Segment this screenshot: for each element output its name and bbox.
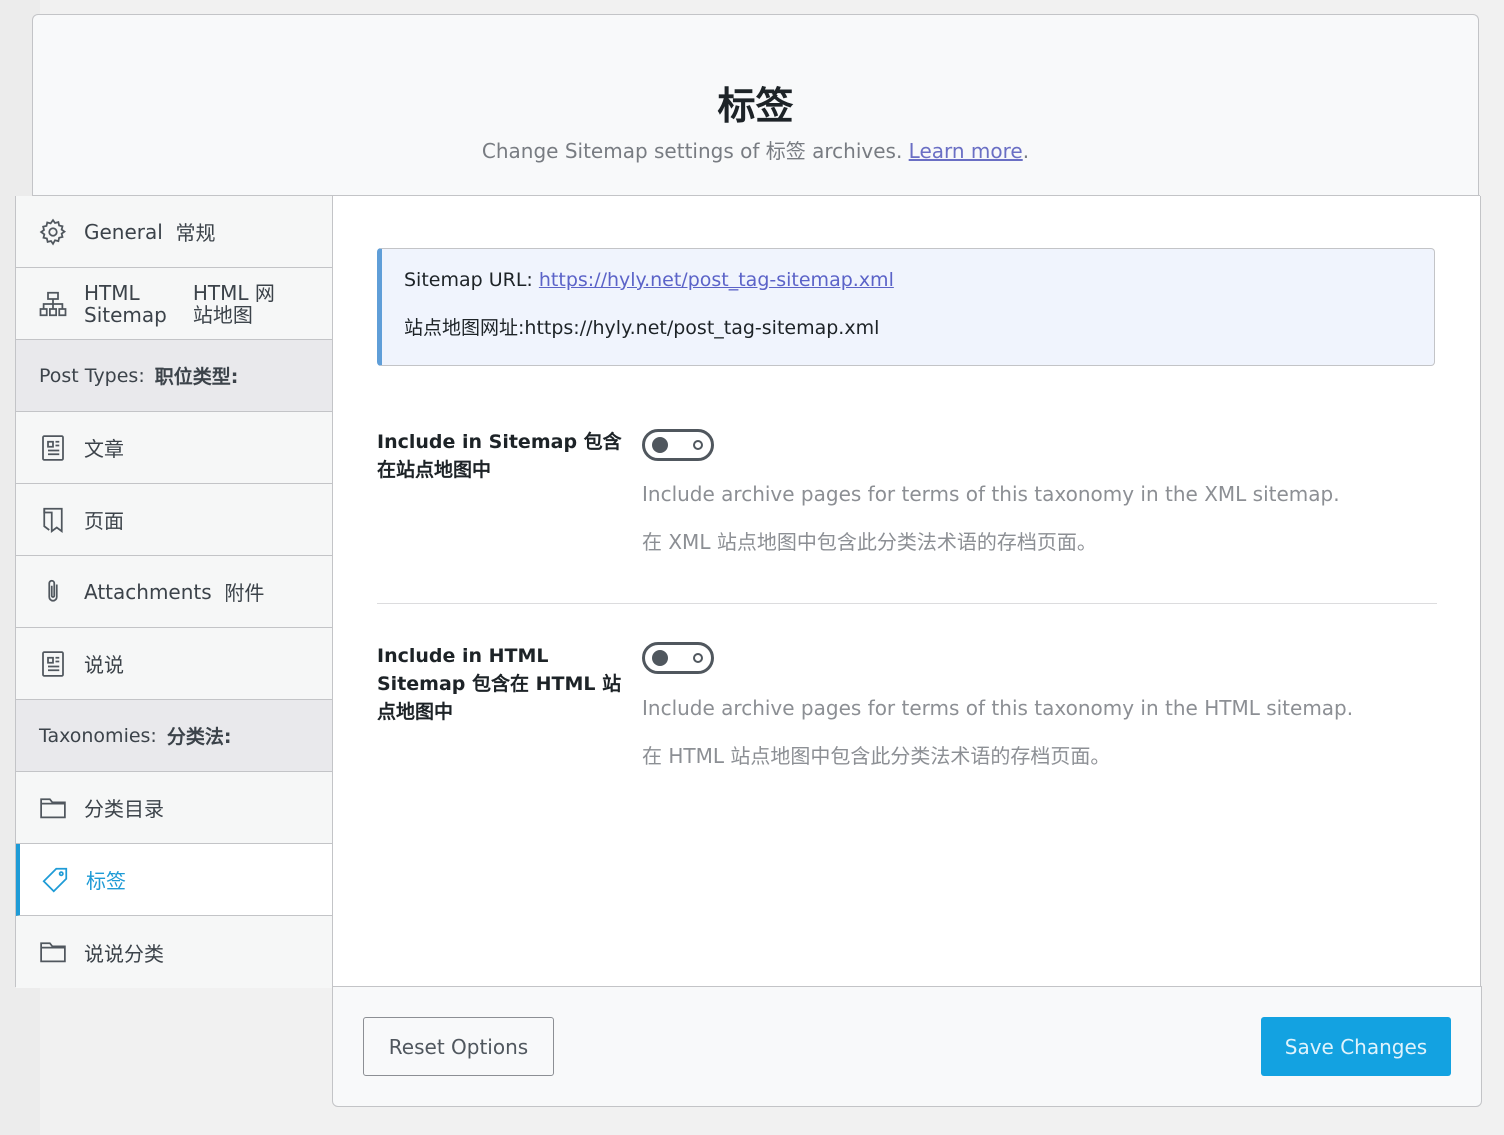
sidebar-item-categories[interactable]: 分类目录 [16,772,332,844]
folder-icon [38,793,68,823]
paperclip-icon [38,577,68,607]
folder-icon [38,937,68,967]
sitemap-url-line: Sitemap URL: https://hyly.net/post_tag-s… [404,269,894,291]
include-in-html-sitemap-toggle[interactable] [642,642,714,674]
include-in-sitemap-desc: Include archive pages for terms of this … [642,482,1340,506]
include-in-html-sitemap-desc-zh: 在 HTML 站点地图中包含此分类法术语的存档页面。 [642,744,1111,768]
page-header: 标签 Change Sitemap settings of 标签 archive… [32,14,1479,195]
sidebar-item-pages[interactable]: 页面 [16,484,332,556]
settings-sidebar: General 常规 HTML Sitemap HTML 网站地图 Post Ty… [15,196,333,988]
subtitle-text: Change Sitemap settings of 标签 archives. [481,139,903,163]
include-in-html-sitemap-desc: Include archive pages for terms of this … [642,696,1354,720]
settings-footer: Reset Options Save Changes [332,986,1482,1107]
include-in-sitemap-toggle[interactable] [642,429,714,461]
sidebar-item-tags[interactable]: 标签 [16,844,332,916]
gear-icon [38,217,68,247]
learn-more-link[interactable]: Learn more [909,139,1023,163]
sidebar-item-shuoshuo[interactable]: 说说 [16,628,332,700]
toggle-off-indicator [693,653,703,663]
sitemap-url-link[interactable]: https://hyly.net/post_tag-sitemap.xml [539,269,894,291]
option-divider [377,603,1437,604]
section-post-types: Post Types: 职位类型: [16,340,332,412]
include-in-html-sitemap-label: Include in HTML Sitemap 包含在 HTML 站点地图中 [377,645,622,723]
settings-content: Sitemap URL: https://hyly.net/post_tag-s… [333,196,1481,987]
save-changes-button[interactable]: Save Changes [1261,1017,1451,1076]
include-in-sitemap-desc-zh: 在 XML 站点地图中包含此分类法术语的存档页面。 [642,530,1097,554]
page-icon [38,505,68,535]
page-title: 标签 [717,84,794,128]
sidebar-item-attachments[interactable]: Attachments 附件 [16,556,332,628]
sidebar-item-articles[interactable]: 文章 [16,412,332,484]
sidebar-item-shuoshuo-categories[interactable]: 说说分类 [16,916,332,988]
reset-options-button[interactable]: Reset Options [363,1017,554,1076]
toggle-off-indicator [693,440,703,450]
tag-icon [40,865,70,895]
sidebar-item-html-sitemap[interactable]: HTML Sitemap HTML 网站地图 [16,268,332,340]
page-subtitle: Change Sitemap settings of 标签 archives. … [481,139,1030,163]
sidebar-item-general[interactable]: General 常规 [16,196,332,268]
section-taxonomies: Taxonomies: 分类法: [16,700,332,772]
sitemap-url-zh-line: 站点地图网址:https://hyly.net/post_tag-sitemap… [404,317,880,339]
document-icon [38,649,68,679]
include-in-sitemap-label: Include in Sitemap 包含在站点地图中 [377,431,622,481]
sitemap-url-notice: Sitemap URL: https://hyly.net/post_tag-s… [377,248,1435,366]
sitemap-icon [38,289,68,319]
document-icon [38,433,68,463]
toggle-knob [652,437,668,453]
toggle-knob [652,650,668,666]
